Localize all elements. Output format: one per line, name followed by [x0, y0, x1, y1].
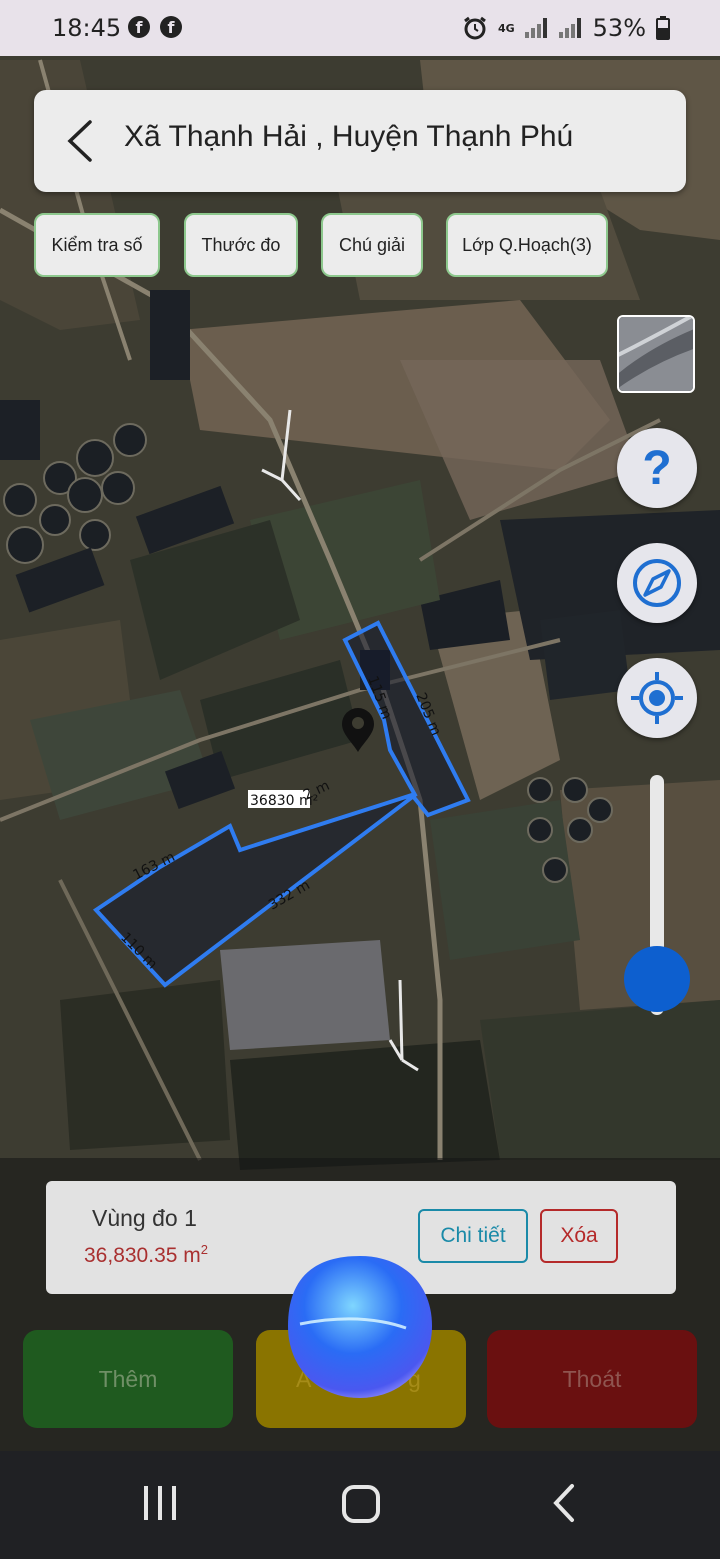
planning-layer-button[interactable]: Lớp Q.Hoạch(3) [446, 213, 608, 277]
facebook-icon: f [128, 16, 150, 38]
exit-button[interactable]: Thoát [487, 1330, 697, 1428]
locate-button[interactable] [617, 658, 697, 738]
detail-button[interactable]: Chi tiết [418, 1209, 528, 1263]
compass-icon [633, 559, 681, 607]
check-number-button[interactable]: Kiểm tra số [34, 213, 160, 277]
delete-button[interactable]: Xóa [540, 1209, 618, 1263]
assistant-bubble-icon[interactable] [288, 1254, 432, 1398]
add-button[interactable]: Thêm [23, 1330, 233, 1428]
help-button[interactable]: ? [617, 428, 697, 508]
status-bar: 18:45 f f 4G 53% [0, 0, 720, 56]
home-icon[interactable] [341, 1484, 381, 1524]
alarm-icon [464, 16, 486, 40]
facebook-icon: f [160, 16, 182, 38]
svg-text:?: ? [642, 442, 671, 495]
nav-back-icon[interactable] [550, 1482, 578, 1524]
location-header: Xã Thạnh Hải , Huyện Thạnh Phú [34, 90, 686, 192]
signal-icon [524, 18, 549, 38]
compass-button[interactable] [617, 543, 697, 623]
my-location-icon [631, 672, 683, 724]
status-time: 18:45 [52, 14, 122, 42]
measure-name: Vùng đo 1 [92, 1205, 197, 1231]
map-layer-icon[interactable] [617, 315, 695, 393]
system-status: 4G 53% [462, 14, 670, 42]
signal-icon [558, 18, 583, 38]
location-title: Xã Thạnh Hải , Huyện Thạnh Phú [124, 120, 574, 153]
ruler-button[interactable]: Thước đo [184, 213, 298, 277]
measure-area: 36,830.35 m2 [84, 1242, 208, 1267]
battery-icon [656, 16, 670, 40]
legend-button[interactable]: Chú giải [321, 213, 423, 277]
battery-percent: 53% [592, 14, 646, 42]
network-type-icon: 4G [497, 21, 515, 35]
zoom-slider-knob[interactable] [624, 946, 690, 1012]
help-icon: ? [642, 442, 671, 495]
recent-apps-icon[interactable] [140, 1484, 180, 1522]
back-arrow-icon[interactable] [62, 118, 102, 164]
